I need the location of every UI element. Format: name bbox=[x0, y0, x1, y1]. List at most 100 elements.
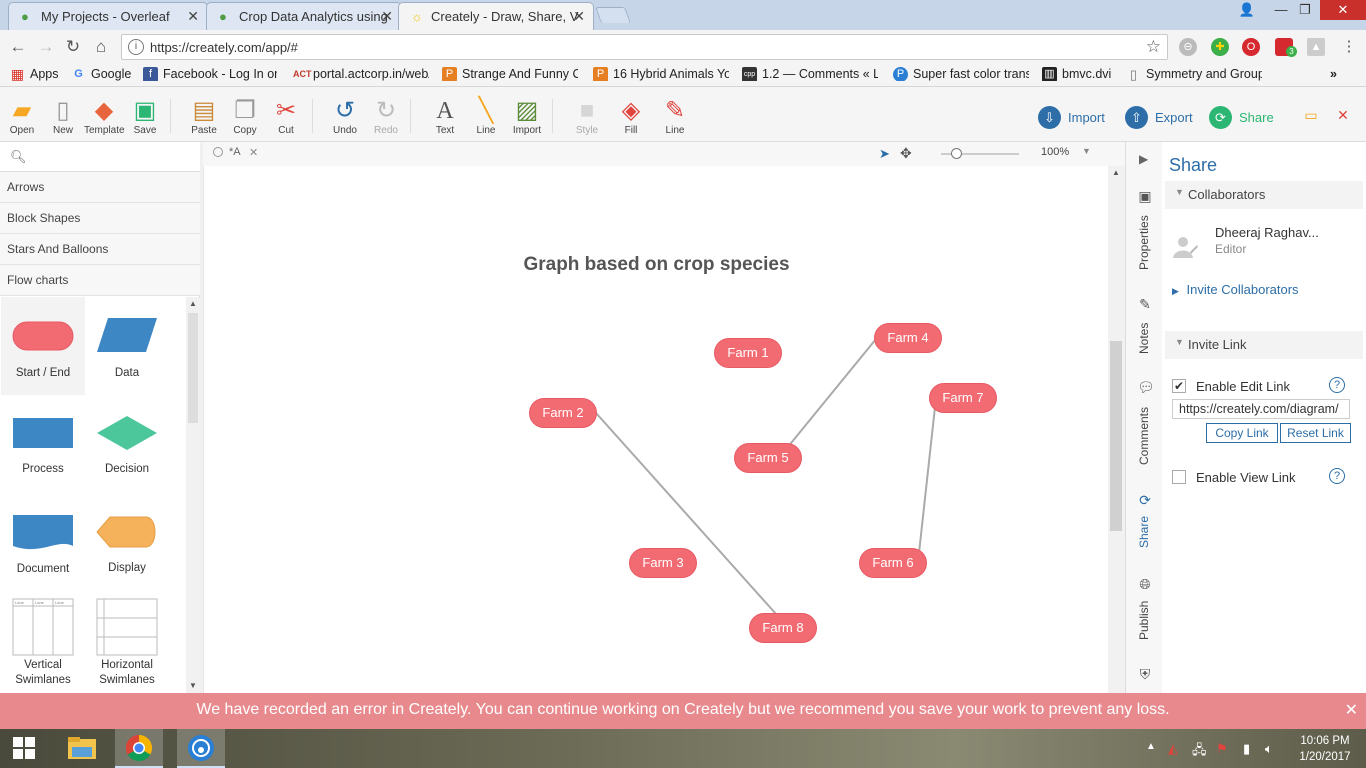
category-stars-balloons[interactable]: Stars And Balloons bbox=[0, 234, 200, 265]
bookmark-strange-funny[interactable]: P Strange And Funny C bbox=[442, 67, 578, 81]
tab-help[interactable]: ⛨ bbox=[1126, 664, 1163, 690]
doc-tab-close-icon[interactable]: ✕ bbox=[249, 146, 258, 159]
scroll-up-icon[interactable]: ▲ bbox=[189, 299, 197, 308]
browser-tab-crop-analytics[interactable]: ● Crop Data Analytics using ✕ bbox=[206, 2, 402, 30]
shape-start-end[interactable]: Start / End bbox=[1, 297, 85, 395]
pointer-tool-icon[interactable]: ➤ bbox=[879, 146, 890, 162]
extension-person-icon[interactable]: ▲ bbox=[1307, 38, 1325, 56]
line-color-tool-button[interactable]: ✎ Line bbox=[655, 97, 695, 136]
library-scrollbar-thumb[interactable] bbox=[188, 313, 198, 423]
diagram-canvas[interactable]: Graph based on crop species Farm 1 Farm … bbox=[203, 166, 1108, 693]
invite-link-section-header[interactable]: ▼ Invite Link bbox=[1165, 331, 1363, 359]
library-search-input[interactable] bbox=[33, 148, 193, 166]
shape-process[interactable]: Process bbox=[1, 417, 85, 475]
tray-acrobat-icon[interactable]: ◭ bbox=[1168, 741, 1178, 757]
fullscreen-icon[interactable]: ▭ bbox=[1296, 107, 1326, 124]
import-button[interactable]: ⇩ Import bbox=[1038, 106, 1105, 130]
browser-tab-creately[interactable]: ☼ Creately - Draw, Share, V ✕ bbox=[398, 2, 594, 30]
tray-network-icon[interactable]: 🖧︎ bbox=[1192, 741, 1207, 763]
shape-horizontal-swimlanes[interactable]: Horizontal Swimlanes bbox=[85, 598, 169, 688]
shape-display[interactable]: Display bbox=[85, 516, 169, 574]
info-icon[interactable]: i bbox=[128, 39, 144, 55]
menu-kebab-icon[interactable]: ⋮ bbox=[1338, 36, 1360, 58]
save-tool-button[interactable]: ▣ Save bbox=[125, 97, 165, 136]
taskbar-clock[interactable]: 10:06 PM 1/20/2017 bbox=[1292, 733, 1358, 765]
enable-edit-link-checkbox[interactable]: ✔ bbox=[1172, 379, 1186, 393]
home-icon[interactable]: ⌂ bbox=[90, 36, 112, 58]
bookmark-bmvc[interactable]: ▥ bmvc.dvi bbox=[1042, 67, 1118, 81]
collapse-panel-icon[interactable]: ▶ bbox=[1126, 152, 1163, 172]
close-icon[interactable]: ✕ bbox=[1345, 694, 1358, 727]
close-icon[interactable]: ✕ bbox=[573, 8, 585, 25]
node-farm-4[interactable]: Farm 4 bbox=[874, 323, 942, 353]
bookmark-star-icon[interactable]: ☆ bbox=[1146, 37, 1161, 57]
reload-icon[interactable]: ↻ bbox=[62, 36, 84, 58]
close-icon[interactable]: ✕ bbox=[187, 8, 199, 25]
scroll-up-icon[interactable]: ▲ bbox=[1112, 168, 1120, 177]
edit-link-url-field[interactable]: https://creately.com/diagram/ bbox=[1172, 399, 1350, 419]
chrome-taskbar-button[interactable] bbox=[115, 729, 163, 768]
extension-plus-icon[interactable]: ✚ bbox=[1211, 38, 1229, 56]
close-editor-icon[interactable]: ✕ bbox=[1330, 107, 1356, 124]
close-icon[interactable]: ✕ bbox=[381, 8, 393, 25]
node-farm-2[interactable]: Farm 2 bbox=[529, 398, 597, 428]
tab-share[interactable]: ⟳ Share bbox=[1126, 490, 1163, 552]
library-scrollbar[interactable]: ▲ ▼ bbox=[186, 297, 200, 693]
opera-icon[interactable]: O bbox=[1242, 38, 1260, 56]
tab-properties[interactable]: ▣ Properties bbox=[1126, 184, 1163, 274]
tray-volume-icon[interactable]: 🔈︎ bbox=[1265, 741, 1273, 757]
node-farm-6[interactable]: Farm 6 bbox=[859, 548, 927, 578]
help-icon[interactable]: ? bbox=[1329, 468, 1345, 484]
zoom-level[interactable]: 100% bbox=[1041, 146, 1069, 158]
shield-extension-icon[interactable]: 3 bbox=[1275, 38, 1297, 57]
help-icon[interactable]: ? bbox=[1329, 377, 1345, 393]
tab-notes[interactable]: ✎ Notes bbox=[1126, 292, 1163, 357]
node-farm-1[interactable]: Farm 1 bbox=[714, 338, 782, 368]
connector-farm6-farm7[interactable] bbox=[918, 406, 936, 554]
back-icon[interactable]: ← bbox=[7, 36, 29, 58]
pan-tool-icon[interactable]: ✥ bbox=[900, 145, 912, 162]
shape-data[interactable]: Data bbox=[85, 297, 169, 395]
cut-tool-button[interactable]: ✂ Cut bbox=[266, 97, 306, 136]
shape-decision[interactable]: Decision bbox=[85, 415, 169, 475]
node-farm-5[interactable]: Farm 5 bbox=[734, 443, 802, 473]
template-tool-button[interactable]: ◆ Template bbox=[84, 97, 125, 136]
tray-flag-icon[interactable]: ⚑ bbox=[1216, 741, 1228, 757]
paste-tool-button[interactable]: ▤ Paste bbox=[184, 97, 224, 136]
restore-icon[interactable]: ❐ bbox=[1290, 0, 1320, 20]
canvas-scrollbar[interactable]: ▲ bbox=[1108, 166, 1125, 693]
redo-tool-button[interactable]: ↻ Redo bbox=[366, 97, 406, 136]
collaborators-section-header[interactable]: ▼ Collaborators bbox=[1165, 181, 1363, 209]
bookmark-symmetry[interactable]: ▯ Symmetry and Group bbox=[1126, 67, 1262, 81]
user-profile-icon[interactable]: 👤 bbox=[1232, 0, 1262, 20]
more-bookmarks-icon[interactable]: » bbox=[1326, 67, 1348, 81]
new-tab-button[interactable] bbox=[595, 7, 631, 23]
tray-battery-icon[interactable]: ▮ bbox=[1243, 741, 1250, 757]
share-button[interactable]: ⟳ Share bbox=[1209, 106, 1274, 130]
bookmark-hybrid-animals[interactable]: P 16 Hybrid Animals Yo bbox=[593, 67, 729, 81]
bookmark-apps[interactable]: ▦ Apps bbox=[10, 67, 70, 81]
connector-farm5-farm4[interactable] bbox=[786, 338, 877, 449]
file-explorer-button[interactable] bbox=[58, 729, 106, 768]
tray-expand-icon[interactable]: ▲ bbox=[1146, 741, 1156, 752]
copy-tool-button[interactable]: ❐ Copy bbox=[225, 97, 265, 136]
export-button[interactable]: ⇧ Export bbox=[1125, 106, 1193, 130]
fill-tool-button[interactable]: ◈ Fill bbox=[611, 97, 651, 136]
app-taskbar-button[interactable] bbox=[177, 729, 225, 768]
zoom-dropdown-icon[interactable]: ▼ bbox=[1082, 146, 1091, 156]
url-bar[interactable]: i https://creately.com/app/# ☆ bbox=[121, 34, 1168, 60]
start-button[interactable] bbox=[0, 729, 48, 768]
line-tool-button[interactable]: ╲ Line bbox=[466, 97, 506, 136]
text-tool-button[interactable]: A Text bbox=[425, 97, 465, 136]
shape-vertical-swimlanes[interactable]: Lane Lane Lane Vertical Swimlanes bbox=[1, 598, 85, 688]
tab-publish[interactable]: 🌐︎ Publish bbox=[1126, 574, 1163, 642]
bookmark-google[interactable]: G Google bbox=[71, 67, 133, 81]
node-farm-3[interactable]: Farm 3 bbox=[629, 548, 697, 578]
canvas-scrollbar-thumb[interactable] bbox=[1110, 341, 1122, 531]
copy-link-button[interactable]: Copy Link bbox=[1206, 423, 1278, 443]
node-farm-7[interactable]: Farm 7 bbox=[929, 383, 997, 413]
new-tool-button[interactable]: ▯ New bbox=[43, 97, 83, 136]
import-image-tool-button[interactable]: ▨ Import bbox=[507, 97, 547, 136]
doc-tab-label[interactable]: *A bbox=[229, 146, 241, 158]
bookmark-color-transfer[interactable]: P Super fast color transf bbox=[893, 67, 1029, 81]
